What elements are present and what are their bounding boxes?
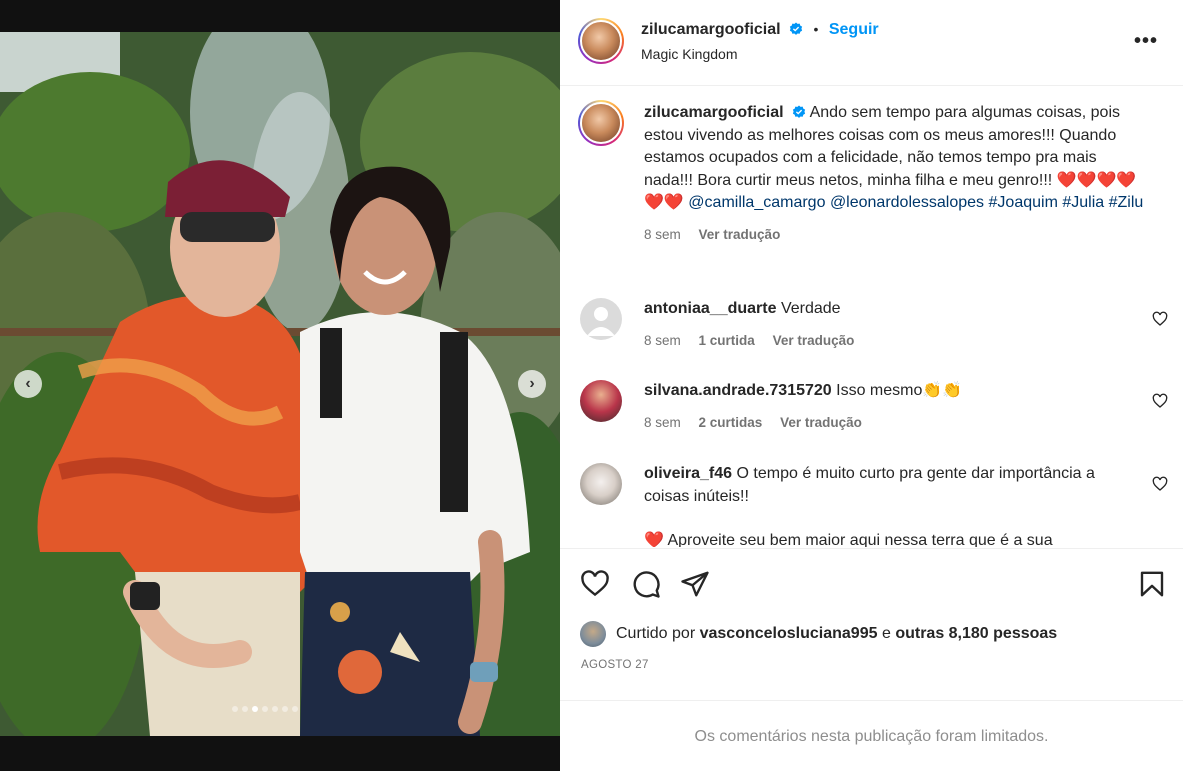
share-send-icon[interactable]	[680, 569, 710, 599]
like-heart-icon[interactable]	[580, 569, 610, 599]
like-comment-heart-icon[interactable]	[1152, 393, 1168, 409]
verified-badge-icon	[792, 105, 806, 118]
post-photo	[0, 32, 560, 736]
carousel-dot	[282, 706, 288, 712]
comment-meta: 8 sem 2 curtidas Ver tradução	[644, 412, 1154, 435]
instagram-post-modal: ‹ › zilucamargooficial • Seguir Magic Ki…	[0, 0, 1183, 771]
default-avatar-icon	[587, 307, 615, 336]
like-comment-heart-icon[interactable]	[1152, 476, 1168, 492]
carousel-dot	[292, 706, 298, 712]
comment-likes[interactable]: 2 curtidas	[699, 415, 763, 430]
comments-limited-notice: Os comentários nesta publicação foram li…	[560, 700, 1183, 771]
caption-mention[interactable]: @camilla_camargo	[688, 194, 825, 211]
comment-text: Isso mesmo👏👏	[836, 382, 963, 399]
comment-text: Verdade	[780, 300, 841, 317]
liked-by-connector: e	[881, 625, 891, 642]
comment-likes[interactable]: 1 curtida	[699, 333, 755, 348]
liked-by-others[interactable]: outras 8,180 pessoas	[895, 625, 1057, 643]
post-location[interactable]: Magic Kingdom	[641, 46, 738, 62]
carousel-next-button[interactable]: ›	[518, 370, 546, 398]
carousel-prev-button[interactable]: ‹	[14, 370, 42, 398]
post-side-panel: zilucamargooficial • Seguir Magic Kingdo…	[560, 0, 1183, 771]
carousel-dot-active	[252, 706, 258, 712]
carousel-indicator	[232, 706, 298, 712]
comment-avatar[interactable]	[580, 298, 622, 340]
post-date[interactable]: AGOSTO 27	[581, 659, 649, 671]
comment-time[interactable]: 8 sem	[644, 333, 681, 348]
author-avatar[interactable]	[578, 18, 624, 64]
save-bookmark-icon[interactable]	[1137, 569, 1167, 599]
comments-list[interactable]: zilucamargooficial Ando sem tempo para a…	[560, 87, 1183, 547]
more-options-icon[interactable]: •••	[1134, 30, 1158, 53]
comment-avatar[interactable]	[580, 463, 622, 505]
carousel-dot	[272, 706, 278, 712]
comment-username[interactable]: antoniaa__duarte	[644, 300, 776, 317]
comment-meta: 8 sem 1 curtida Ver tradução	[644, 330, 1154, 353]
like-comment-heart-icon[interactable]	[1152, 311, 1168, 327]
separator-dot: •	[813, 21, 819, 37]
translate-link[interactable]: Ver tradução	[773, 333, 855, 348]
caption-meta: 8 sem Ver tradução	[644, 224, 1144, 247]
post-actions: Curtido por vasconcelosluciana995 e outr…	[560, 548, 1183, 700]
carousel-dot	[232, 706, 238, 712]
comment-time[interactable]: 8 sem	[644, 415, 681, 430]
author-username[interactable]: zilucamargooficial	[641, 21, 781, 38]
caption-hashtag[interactable]: #Julia	[1062, 194, 1104, 211]
follow-button[interactable]: Seguir	[829, 21, 879, 38]
comment-bubble-icon[interactable]	[631, 569, 661, 599]
caption-hashtag[interactable]: #Joaquim	[989, 194, 1058, 211]
translate-link[interactable]: Ver tradução	[780, 415, 862, 430]
post-header: zilucamargooficial • Seguir Magic Kingdo…	[560, 0, 1183, 86]
liked-by-user[interactable]: vasconcelosluciana995	[700, 625, 878, 643]
translate-link[interactable]: Ver tradução	[699, 227, 781, 242]
post-media: ‹ ›	[0, 0, 560, 771]
verified-badge-icon	[789, 22, 803, 35]
caption-hashtag[interactable]: #Zilu	[1109, 194, 1144, 211]
caption-avatar-image	[580, 102, 622, 144]
comment-username[interactable]: oliveira_f46	[644, 465, 732, 482]
comment-text-continued: ❤️ Aproveite seu bem maior aqui nessa te…	[644, 532, 1053, 547]
liked-by: Curtido por vasconcelosluciana995 e outr…	[580, 621, 1057, 647]
author-avatar-image	[580, 20, 622, 62]
carousel-dot	[242, 706, 248, 712]
comment-avatar[interactable]	[580, 380, 622, 422]
liked-by-prefix: Curtido por	[616, 625, 696, 642]
caption-mention[interactable]: @leonardolessalopes	[830, 194, 984, 211]
caption-username[interactable]: zilucamargooficial	[644, 104, 784, 121]
comment-username[interactable]: silvana.andrade.7315720	[644, 382, 832, 399]
caption-time[interactable]: 8 sem	[644, 227, 681, 242]
liked-by-avatar[interactable]	[580, 621, 606, 647]
carousel-dot	[262, 706, 268, 712]
caption-avatar[interactable]	[578, 100, 624, 146]
